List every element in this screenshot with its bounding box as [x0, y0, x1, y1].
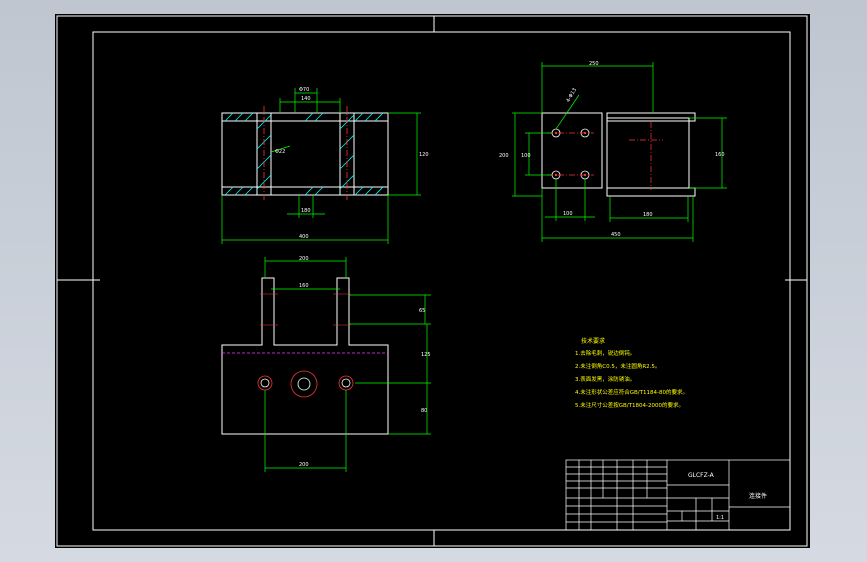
- dim-front-top-a: Φ70: [299, 87, 309, 93]
- drawing-frame: [92, 31, 791, 531]
- tech-req-4: 4.未注形状公差应符合GB/T1184-80的要求。: [575, 388, 688, 396]
- dim-side-bottom-a: 100: [563, 211, 573, 217]
- dim-front-bottom-total: 400: [299, 234, 309, 240]
- dim-side-bottom-b: 180: [643, 212, 653, 218]
- part-name: 连接件: [749, 492, 767, 500]
- dim-top-inner: 160: [299, 283, 309, 289]
- dim-top-right-a: 65: [419, 308, 425, 314]
- dim-front-bottom-inner: 180: [301, 208, 311, 214]
- dim-side-bottom-total: 450: [611, 232, 621, 238]
- front-section-view: Φ70 140 Φ22 120 180 400: [221, 87, 429, 244]
- part-code: GLCFZ-A: [688, 472, 715, 479]
- drawing-canvas: Φ70 140 Φ22 120 180 400 250 4-Φ13 200 10…: [56, 15, 808, 547]
- top-view: 200 160 65 125 80 200: [221, 256, 431, 472]
- dim-side-left-b: 100: [521, 153, 531, 159]
- dim-side-top: 250: [589, 61, 599, 67]
- dim-top-bottom: 200: [299, 462, 309, 468]
- tech-req-3: 3.表面发黑，涂防锈油。: [575, 375, 635, 383]
- dim-front-left: Φ22: [275, 149, 285, 155]
- dim-front-top-b: 140: [301, 96, 311, 102]
- dim-top-right-c: 80: [421, 408, 427, 414]
- dim-front-right: 120: [419, 152, 429, 158]
- dim-top-top: 200: [299, 256, 309, 262]
- dim-side-left-a: 200: [499, 153, 509, 159]
- technical-requirements: 技术要求 1.去除毛刺，锐边倒钝。 2.未注倒角C0.5，未注圆角R2.5。 3…: [575, 337, 688, 409]
- drawing-viewport[interactable]: Φ70 140 Φ22 120 180 400 250 4-Φ13 200 10…: [55, 14, 810, 548]
- tech-req-2: 2.未注倒角C0.5，未注圆角R2.5。: [575, 362, 660, 370]
- dim-side-right: 160: [715, 152, 725, 158]
- tech-req-1: 1.去除毛刺，锐边倒钝。: [575, 349, 635, 357]
- scale-label: 1:1: [716, 515, 724, 521]
- sheet-border: [56, 15, 808, 547]
- tech-title: 技术要求: [581, 337, 605, 345]
- dim-top-right-b: 125: [421, 352, 431, 358]
- side-view: 250 4-Φ13 200 100 100 180 450 160: [499, 61, 727, 242]
- tech-req-5: 5.未注尺寸公差按GB/T1804-2000的要求。: [575, 401, 684, 409]
- dim-side-dia: 4-Φ13: [565, 87, 578, 103]
